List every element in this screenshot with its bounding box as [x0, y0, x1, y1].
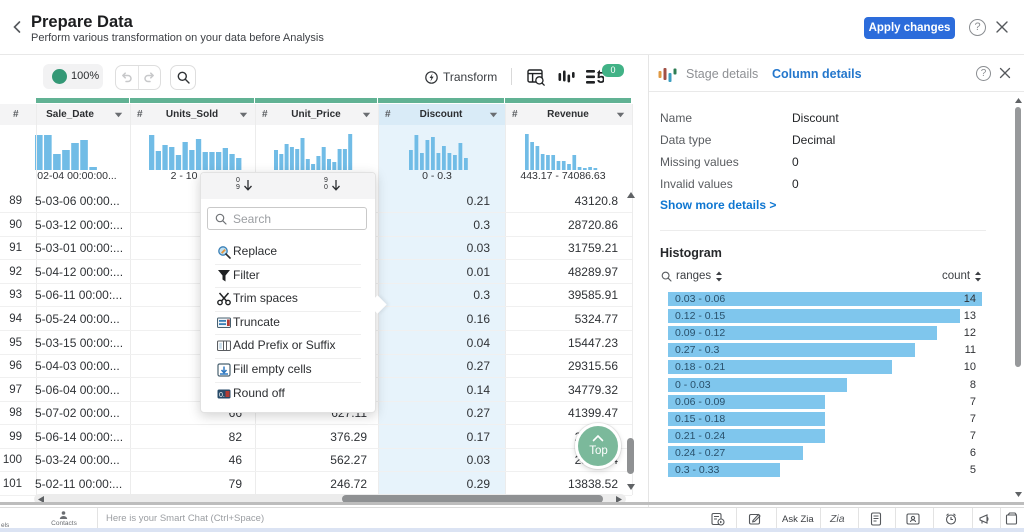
svg-text:0.: 0.	[219, 392, 225, 399]
